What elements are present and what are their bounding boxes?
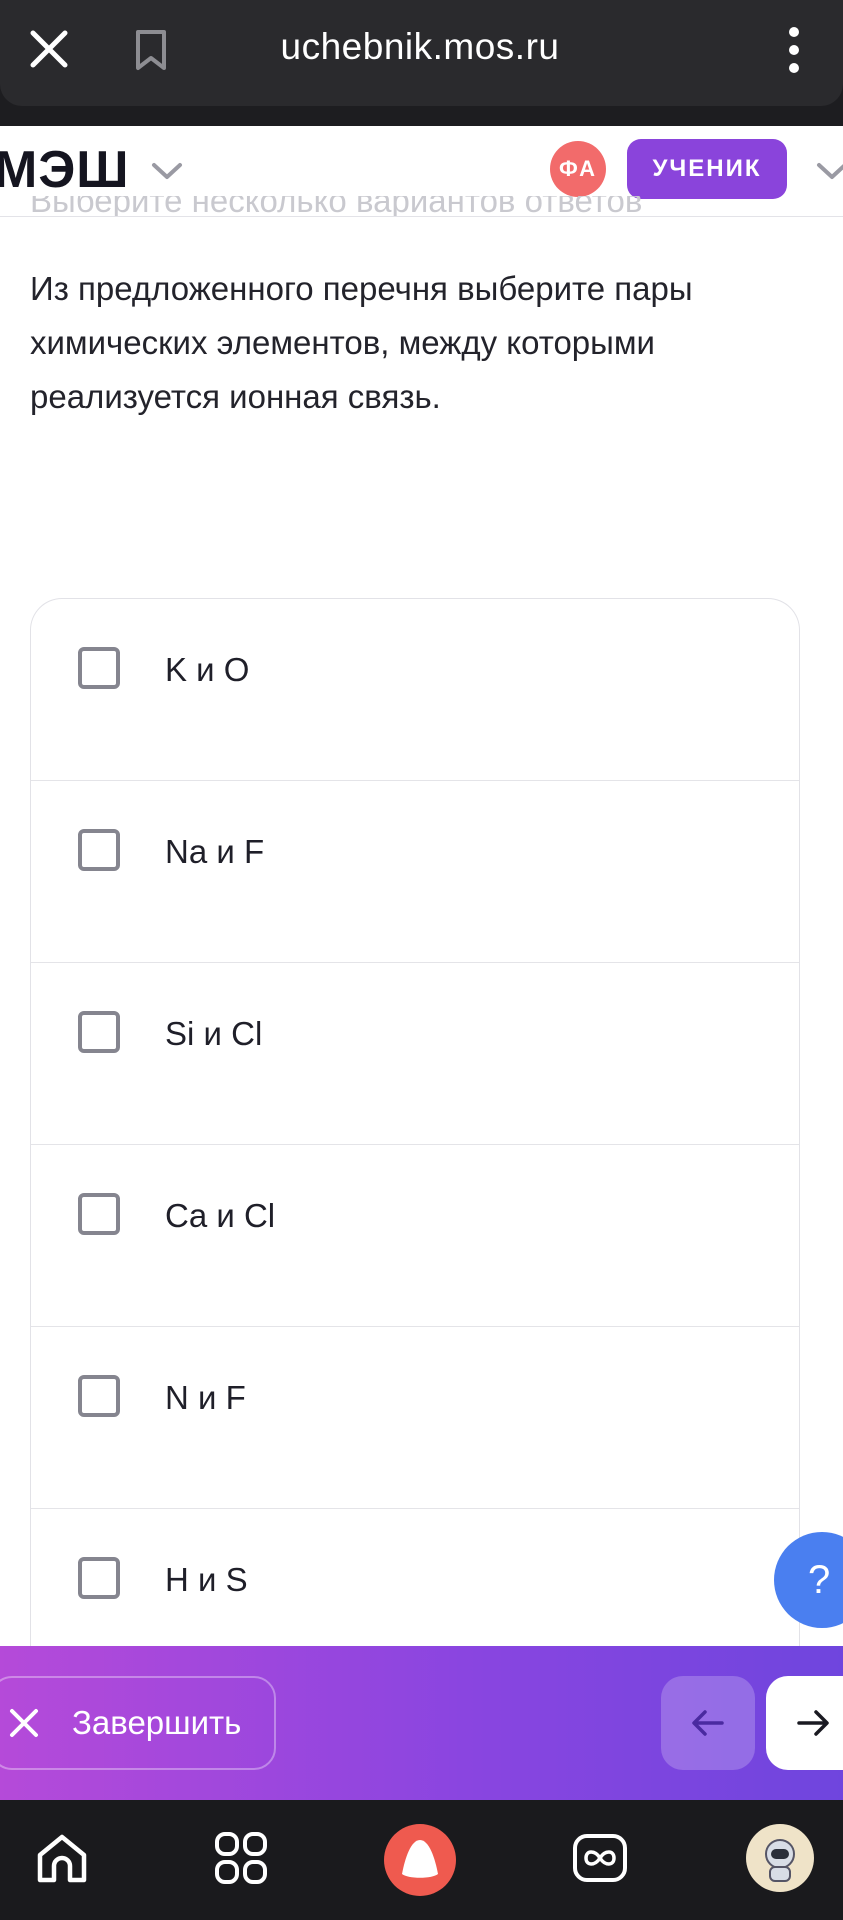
answer-options: K и O Na и F Si и Cl Ca и Cl N и F H и S [30, 598, 800, 1659]
previous-question-button[interactable] [661, 1676, 755, 1770]
option-label: Na и F [165, 833, 265, 870]
browser-toolbar-card: uchebnik.mos.ru [0, 0, 843, 106]
chevron-down-icon[interactable] [150, 160, 184, 182]
option-label: K и O [165, 651, 250, 688]
task-instruction: Выберите несколько вариантов ответов [30, 196, 643, 216]
mesh-logo[interactable]: МЭШ [0, 140, 130, 200]
answer-option[interactable]: H и S [31, 1509, 799, 1659]
finish-button[interactable]: Завершить [0, 1676, 276, 1770]
bookmark-icon[interactable] [133, 28, 169, 72]
close-icon [10, 1709, 38, 1737]
answer-option[interactable]: N и F [31, 1327, 799, 1509]
home-icon[interactable] [32, 1828, 92, 1888]
next-question-button[interactable] [766, 1676, 843, 1770]
more-vertical-icon[interactable] [784, 24, 804, 76]
alice-assistant-icon[interactable] [384, 1824, 456, 1896]
option-label: N и F [165, 1379, 246, 1416]
close-icon[interactable] [28, 28, 70, 70]
option-label: Ca и Cl [165, 1197, 276, 1234]
finish-button-label: Завершить [72, 1704, 242, 1741]
browser-toolbar: uchebnik.mos.ru [0, 0, 843, 126]
checkbox[interactable] [78, 647, 120, 689]
option-label: Si и Cl [165, 1015, 263, 1052]
answer-option[interactable]: Ca и Cl [31, 1145, 799, 1327]
checkbox[interactable] [78, 829, 120, 871]
checkbox[interactable] [78, 1011, 120, 1053]
user-avatar[interactable]: ФА [550, 141, 606, 197]
profile-avatar-icon[interactable] [746, 1824, 814, 1892]
answer-option[interactable]: K и O [31, 599, 799, 781]
answer-option[interactable]: Na и F [31, 781, 799, 963]
checkbox[interactable] [78, 1557, 120, 1599]
infinity-icon[interactable] [570, 1828, 630, 1888]
role-badge[interactable]: УЧЕНИК [627, 139, 787, 199]
test-action-bar: Завершить [0, 1646, 843, 1800]
address-bar-url[interactable]: uchebnik.mos.ru [240, 26, 600, 68]
answer-option[interactable]: Si и Cl [31, 963, 799, 1145]
checkbox[interactable] [78, 1375, 120, 1417]
apps-grid-icon[interactable] [211, 1828, 271, 1888]
question-text: Из предложенного перечня выберите пары х… [30, 270, 693, 415]
checkbox[interactable] [78, 1193, 120, 1235]
option-label: H и S [165, 1561, 248, 1598]
chevron-down-icon[interactable] [815, 160, 843, 182]
arrow-left-icon [692, 1710, 724, 1736]
arrow-right-icon [797, 1710, 829, 1736]
bottom-navigation [0, 1800, 843, 1920]
